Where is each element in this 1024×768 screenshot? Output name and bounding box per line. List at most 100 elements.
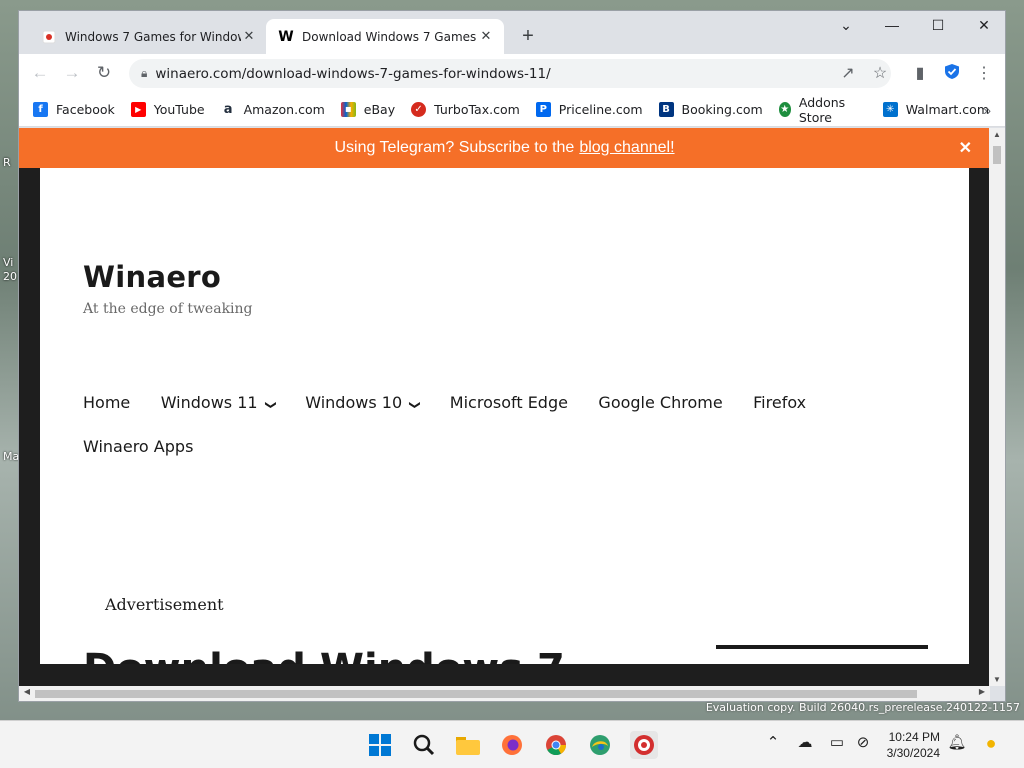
nav-label: Google Chrome — [598, 393, 723, 412]
reload-icon[interactable]: ↻ — [92, 63, 116, 83]
banner-text: Using Telegram? Subscribe to the — [334, 139, 575, 156]
scroll-thumb[interactable] — [993, 146, 1001, 164]
chevron-down-icon[interactable]: ❯ — [249, 400, 291, 409]
pre-release-badge-icon[interactable]: ● — [980, 733, 1002, 754]
network-volume-icon[interactable]: ⊘ — [852, 733, 874, 751]
bookmark-label: Booking.com — [681, 102, 763, 117]
tab-title: Windows 7 Games for Windows — [65, 29, 241, 44]
youtube-icon: ▶ — [130, 102, 146, 117]
nav-item-windows-10[interactable]: Windows 10 ❯ — [305, 382, 421, 426]
bookmark-label: Addons Store — [798, 94, 846, 125]
bookmark-youtube[interactable]: ▶ YouTube — [130, 102, 205, 117]
edge-beta-icon[interactable] — [586, 731, 614, 759]
maximize-icon[interactable]: ☐ — [915, 17, 961, 34]
addons-icon: ★ — [778, 102, 791, 117]
menu-dots-icon[interactable]: ⋮ — [973, 63, 995, 83]
notification-bell-icon[interactable]: 🔔︎ — [946, 733, 968, 751]
evaluation-watermark: Evaluation copy. Build 26040.rs_prerelea… — [705, 701, 1020, 714]
scroll-down-arrow-icon[interactable]: ▼ — [989, 675, 1005, 684]
desktop-label: Ma — [3, 450, 20, 463]
desktop-label: Vi — [3, 256, 14, 269]
forward-arrow-icon[interactable]: → — [60, 63, 84, 83]
walmart-icon: ✳ — [882, 102, 898, 117]
amazon-icon: a — [220, 102, 236, 117]
bookmark-priceline[interactable]: P Priceline.com — [535, 102, 643, 117]
url-text: winaero.com/download-windows-7-games-for… — [155, 65, 551, 82]
winaero-app-icon[interactable] — [630, 731, 658, 759]
shield-extension-icon[interactable] — [941, 63, 963, 85]
advertisement-label: Advertisement — [105, 595, 224, 614]
booking-icon: B — [658, 102, 674, 117]
tab-download-windows7[interactable]: W Download Windows 7 Games for ✕ — [266, 19, 504, 54]
address-bar[interactable]: 🔒︎ winaero.com/download-windows-7-games-… — [129, 59, 891, 88]
chrome-icon[interactable] — [542, 731, 570, 759]
bookmark-label: Amazon.com — [243, 102, 325, 117]
bookmark-addons-store[interactable]: ★ Addons Store — [778, 94, 867, 125]
page-viewport: Using Telegram? Subscribe to the blog ch… — [19, 128, 990, 686]
bookmark-turbotax[interactable]: ✓ TurboTax.com — [411, 102, 520, 117]
file-explorer-icon[interactable] — [454, 731, 482, 759]
nav-label: Home — [83, 393, 131, 412]
clock-date: 3/30/2024 — [886, 746, 940, 760]
nav-item-microsoft-edge[interactable]: Microsoft Edge — [450, 382, 568, 424]
chevron-up-icon[interactable]: ⌃ — [762, 733, 784, 751]
chevron-double-right-icon[interactable]: » — [983, 102, 991, 118]
onedrive-offline-icon[interactable]: ☁ — [794, 733, 816, 751]
desktop-label: 20 — [3, 270, 17, 283]
bookmark-label: eBay — [363, 102, 396, 117]
tab-strip: Windows 7 Games for Windows ✕ W Download… — [19, 11, 1005, 54]
nav-item-firefox[interactable]: Firefox — [753, 382, 806, 424]
site-title[interactable]: Winaero — [83, 260, 221, 294]
tab-search-chevron-icon[interactable]: ⌄ — [823, 17, 869, 34]
winaero-w-icon: W — [278, 28, 294, 45]
close-icon[interactable]: ✕ — [959, 138, 972, 158]
windows-start-icon[interactable] — [366, 731, 394, 759]
page-content: Winaero At the edge of tweaking Home Win… — [40, 168, 969, 664]
nav-item-windows-11[interactable]: Windows 11 ❯ — [160, 382, 277, 426]
bookmark-facebook[interactable]: f Facebook — [33, 102, 115, 117]
firefox-icon[interactable] — [498, 731, 526, 759]
scroll-up-arrow-icon[interactable]: ▲ — [989, 130, 1005, 139]
new-tab-plus-icon[interactable]: + — [517, 25, 539, 48]
lock-icon[interactable]: 🔒︎ — [141, 66, 147, 81]
bookmark-ebay[interactable]: ▪ eBay — [340, 102, 396, 117]
search-icon[interactable] — [410, 731, 438, 759]
desktop-label: R — [3, 156, 11, 169]
nav-item-google-chrome[interactable]: Google Chrome — [598, 382, 722, 424]
chevron-down-icon[interactable]: ❯ — [394, 400, 436, 409]
system-clock[interactable]: 10:24 PM 3/30/2024 — [887, 729, 940, 761]
close-icon[interactable]: ✕ — [478, 29, 494, 44]
close-window-icon[interactable]: ✕ — [961, 17, 1005, 34]
share-icon[interactable]: ↗ — [837, 63, 859, 83]
star-bookmark-icon[interactable]: ☆ — [869, 63, 891, 83]
bookmark-walmart[interactable]: ✳ Walmart.com — [882, 102, 989, 117]
side-panel-icon[interactable]: ▮ — [909, 63, 931, 83]
bookmark-amazon[interactable]: a Amazon.com — [220, 102, 325, 117]
nav-item-winaero-apps[interactable]: Winaero Apps — [83, 426, 193, 468]
bookmark-booking[interactable]: B Booking.com — [658, 102, 763, 117]
bookmark-label: YouTube — [153, 102, 205, 117]
scroll-thumb[interactable] — [35, 690, 917, 698]
nav-label: Windows 11 — [160, 393, 258, 412]
taskbar: ⌃ ☁ ▭ ⊘ 10:24 PM 3/30/2024 🔔︎ ● — [0, 720, 1024, 768]
bookmark-label: TurboTax.com — [434, 102, 520, 117]
clock-time: 10:24 PM — [888, 730, 940, 744]
banner-link[interactable]: blog channel! — [579, 139, 674, 157]
scroll-left-arrow-icon[interactable]: ◀ — [19, 687, 35, 696]
vertical-scrollbar[interactable]: ▲ ▼ — [989, 128, 1005, 686]
scroll-right-arrow-icon[interactable]: ▶ — [974, 687, 990, 696]
nav-label: Microsoft Edge — [449, 393, 568, 412]
back-arrow-icon[interactable]: ← — [28, 63, 52, 83]
display-icon[interactable]: ▭ — [826, 733, 848, 751]
nav-label: Firefox — [753, 393, 807, 412]
tab-windows7-games[interactable]: Windows 7 Games for Windows ✕ — [29, 19, 267, 54]
horizontal-scrollbar[interactable]: ◀ ▶ — [19, 686, 990, 701]
close-icon[interactable]: ✕ — [241, 29, 257, 44]
telegram-banner: Using Telegram? Subscribe to the blog ch… — [19, 128, 990, 168]
tab-title: Download Windows 7 Games for — [302, 29, 478, 44]
nav-label: Winaero Apps — [83, 437, 194, 456]
nav-item-home[interactable]: Home — [83, 382, 130, 424]
minimize-icon[interactable]: — — [869, 17, 915, 33]
bookmark-label: Priceline.com — [558, 102, 643, 117]
bookmark-label: Facebook — [56, 102, 115, 117]
